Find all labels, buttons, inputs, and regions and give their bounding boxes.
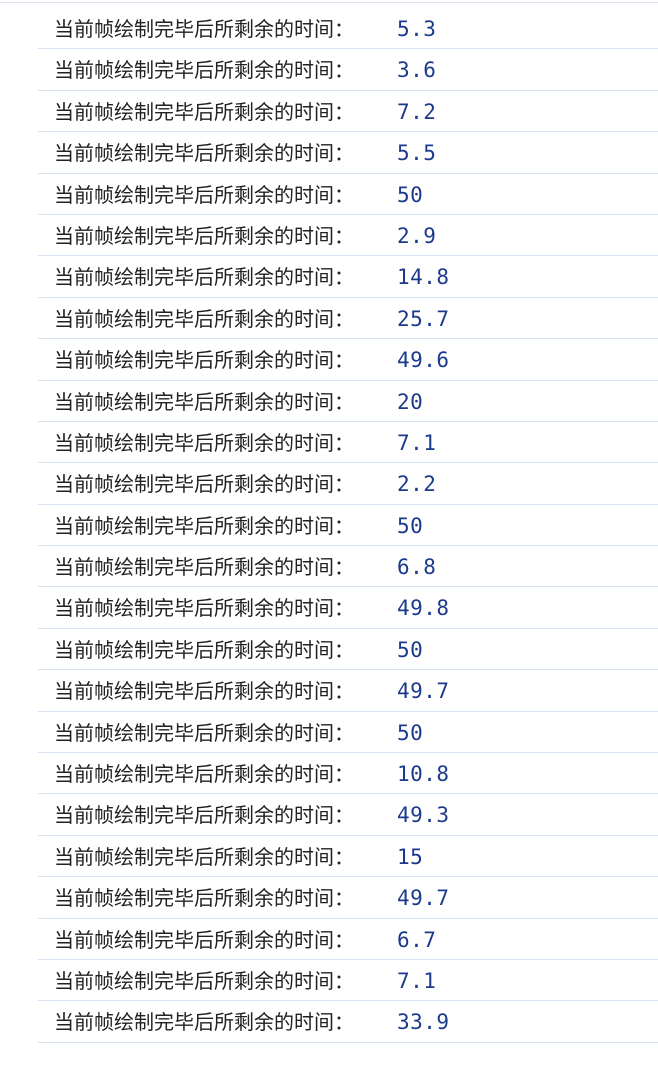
top-divider — [0, 2, 658, 3]
log-row: 当前帧绘制完毕后所剩余的时间： 7.2 — [38, 91, 658, 133]
log-row: 当前帧绘制完毕后所剩余的时间： 49.7 — [38, 670, 658, 712]
log-message-label: 当前帧绘制完毕后所剩余的时间： — [54, 803, 354, 828]
log-row: 当前帧绘制完毕后所剩余的时间： 5.5 — [38, 132, 658, 174]
log-row: 当前帧绘制完毕后所剩余的时间： 50 — [38, 629, 658, 671]
log-row: 当前帧绘制完毕后所剩余的时间： 49.3 — [38, 794, 658, 836]
log-row: 当前帧绘制完毕后所剩余的时间： 7.1 — [38, 422, 658, 464]
log-number-value: 14.8 — [397, 265, 450, 290]
log-message-label: 当前帧绘制完毕后所剩余的时间： — [54, 265, 354, 290]
log-row: 当前帧绘制完毕后所剩余的时间： 14.8 — [38, 256, 658, 298]
log-message-label: 当前帧绘制完毕后所剩余的时间： — [54, 17, 354, 41]
log-message-label: 当前帧绘制完毕后所剩余的时间： — [54, 927, 354, 952]
log-row: 当前帧绘制完毕后所剩余的时间： 25.7 — [38, 298, 658, 340]
log-number-value: 6.7 — [397, 927, 437, 952]
log-message-label: 当前帧绘制完毕后所剩余的时间： — [54, 637, 354, 662]
log-message-label: 当前帧绘制完毕后所剩余的时间： — [54, 844, 354, 869]
log-number-value: 5.5 — [397, 141, 437, 166]
log-list: 当前帧绘制完毕后所剩余的时间： 5.3 当前帧绘制完毕后所剩余的时间： 3.6 当前帧绘… — [0, 8, 658, 1043]
log-row: 当前帧绘制完毕后所剩余的时间： 2.2 — [38, 463, 658, 505]
log-number-value: 6.8 — [397, 555, 437, 580]
log-message-label: 当前帧绘制完毕后所剩余的时间： — [54, 58, 354, 83]
log-row: 当前帧绘制完毕后所剩余的时间： 6.7 — [38, 919, 658, 960]
log-message-label: 当前帧绘制完毕后所剩余的时间： — [54, 555, 354, 580]
log-message-label: 当前帧绘制完毕后所剩余的时间： — [54, 223, 354, 248]
log-number-value: 33.9 — [397, 1010, 450, 1035]
log-number-value: 49.7 — [397, 886, 450, 911]
log-message-label: 当前帧绘制完毕后所剩余的时间： — [54, 720, 354, 745]
log-row: 当前帧绘制完毕后所剩余的时间： 50 — [38, 505, 658, 547]
log-number-value: 20 — [397, 389, 424, 414]
log-message-label: 当前帧绘制完毕后所剩余的时间： — [54, 513, 354, 538]
log-number-value: 7.1 — [397, 968, 437, 993]
log-message-label: 当前帧绘制完毕后所剩余的时间： — [54, 141, 354, 166]
log-number-value: 49.3 — [397, 803, 450, 828]
log-row: 当前帧绘制完毕后所剩余的时间： 15 — [38, 836, 658, 878]
log-number-value: 50 — [397, 182, 424, 207]
log-number-value: 50 — [397, 720, 424, 745]
console-log-panel: 当前帧绘制完毕后所剩余的时间： 5.3 当前帧绘制完毕后所剩余的时间： 3.6 当前帧绘… — [0, 0, 658, 1068]
log-message-label: 当前帧绘制完毕后所剩余的时间： — [54, 886, 354, 911]
log-message-label: 当前帧绘制完毕后所剩余的时间： — [54, 1010, 354, 1035]
log-number-value: 15 — [397, 844, 424, 869]
log-number-value: 3.6 — [397, 58, 437, 83]
log-message-label: 当前帧绘制完毕后所剩余的时间： — [54, 430, 354, 455]
log-message-label: 当前帧绘制完毕后所剩余的时间： — [54, 389, 354, 414]
log-number-value: 5.3 — [397, 17, 437, 41]
log-number-value: 10.8 — [397, 762, 450, 787]
log-row: 当前帧绘制完毕后所剩余的时间： 6.8 — [38, 546, 658, 588]
log-row: 当前帧绘制完毕后所剩余的时间： 49.8 — [38, 587, 658, 629]
log-message-label: 当前帧绘制完毕后所剩余的时间： — [54, 968, 354, 993]
log-row: 当前帧绘制完毕后所剩余的时间： 50 — [38, 174, 658, 215]
log-row: 当前帧绘制完毕后所剩余的时间： 49.7 — [38, 877, 658, 919]
log-row: 当前帧绘制完毕后所剩余的时间： 2.9 — [38, 215, 658, 257]
log-number-value: 7.1 — [397, 430, 437, 455]
log-row: 当前帧绘制完毕后所剩余的时间： 5.3 — [38, 8, 658, 50]
log-message-label: 当前帧绘制完毕后所剩余的时间： — [54, 306, 354, 331]
log-number-value: 7.2 — [397, 99, 437, 124]
log-message-label: 当前帧绘制完毕后所剩余的时间： — [54, 596, 354, 621]
log-number-value: 49.6 — [397, 348, 450, 373]
log-row: 当前帧绘制完毕后所剩余的时间： 49.6 — [38, 339, 658, 381]
log-row: 当前帧绘制完毕后所剩余的时间： 20 — [38, 381, 658, 422]
log-row: 当前帧绘制完毕后所剩余的时间： 7.1 — [38, 960, 658, 1002]
log-message-label: 当前帧绘制完毕后所剩余的时间： — [54, 472, 354, 497]
log-message-label: 当前帧绘制完毕后所剩余的时间： — [54, 762, 354, 787]
log-number-value: 25.7 — [397, 306, 450, 331]
log-row: 当前帧绘制完毕后所剩余的时间： 50 — [38, 712, 658, 754]
log-number-value: 50 — [397, 513, 424, 538]
log-message-label: 当前帧绘制完毕后所剩余的时间： — [54, 679, 354, 704]
log-number-value: 2.2 — [397, 472, 437, 497]
log-row: 当前帧绘制完毕后所剩余的时间： 10.8 — [38, 753, 658, 795]
log-row: 当前帧绘制完毕后所剩余的时间： 33.9 — [38, 1001, 658, 1043]
log-number-value: 50 — [397, 637, 424, 662]
log-number-value: 49.8 — [397, 596, 450, 621]
log-message-label: 当前帧绘制完毕后所剩余的时间： — [54, 99, 354, 124]
log-number-value: 49.7 — [397, 679, 450, 704]
log-message-label: 当前帧绘制完毕后所剩余的时间： — [54, 348, 354, 373]
log-message-label: 当前帧绘制完毕后所剩余的时间： — [54, 182, 354, 207]
log-row: 当前帧绘制完毕后所剩余的时间： 3.6 — [38, 49, 658, 91]
log-number-value: 2.9 — [397, 223, 437, 248]
